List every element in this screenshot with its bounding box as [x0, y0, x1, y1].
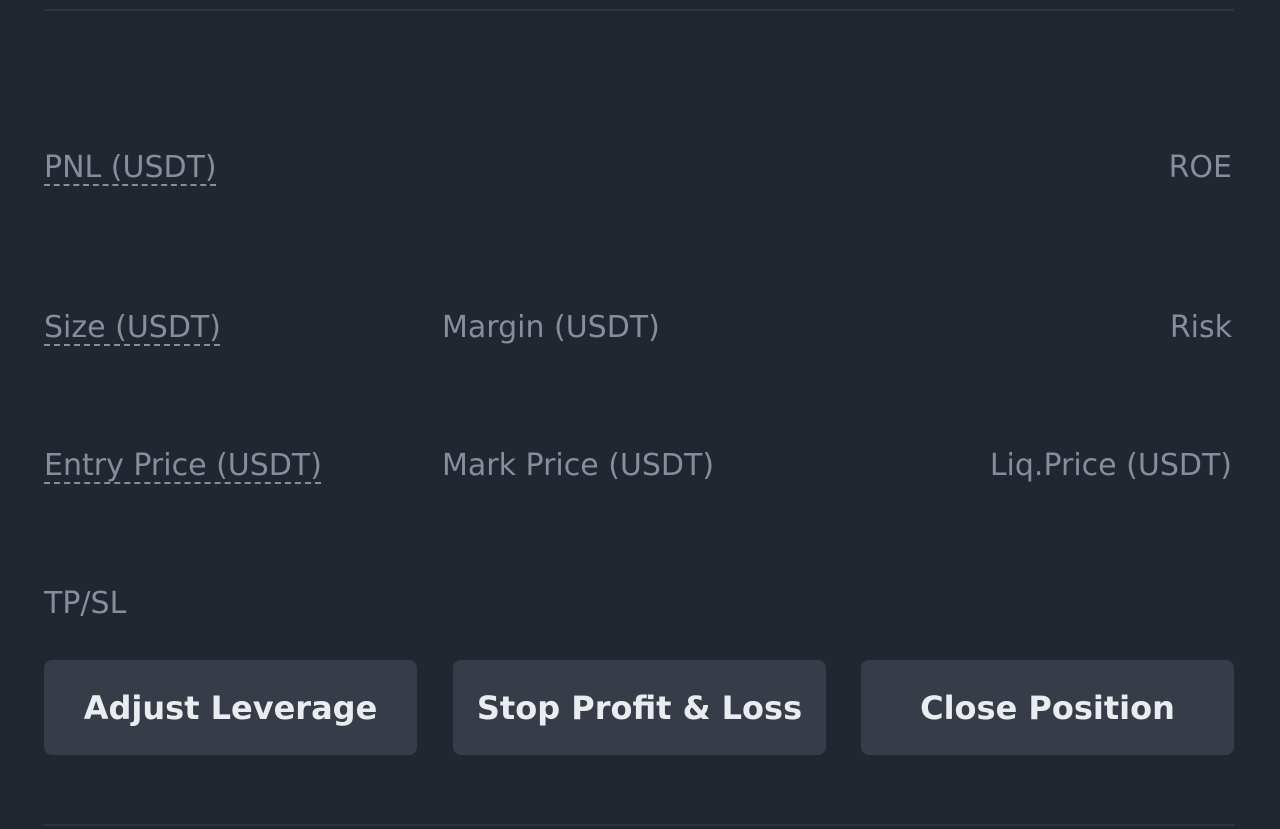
top-divider	[44, 9, 1234, 11]
bottom-divider	[44, 824, 1234, 826]
mark-price-label: Mark Price (USDT)	[442, 448, 715, 483]
risk-label: Risk	[1169, 310, 1232, 345]
pnl-label[interactable]: PNL (USDT)	[44, 150, 217, 186]
liq-price-label: Liq.Price (USDT)	[989, 448, 1232, 483]
tpsl-label: TP/SL	[44, 586, 127, 621]
stop-profit-loss-button[interactable]: Stop Profit & Loss	[453, 660, 826, 755]
roe-label: ROE	[1168, 150, 1232, 185]
size-label[interactable]: Size (USDT)	[44, 310, 221, 346]
margin-label: Margin (USDT)	[442, 310, 660, 345]
entry-price-label[interactable]: Entry Price (USDT)	[44, 448, 322, 484]
close-position-button[interactable]: Close Position	[861, 660, 1234, 755]
adjust-leverage-button[interactable]: Adjust Leverage	[44, 660, 417, 755]
